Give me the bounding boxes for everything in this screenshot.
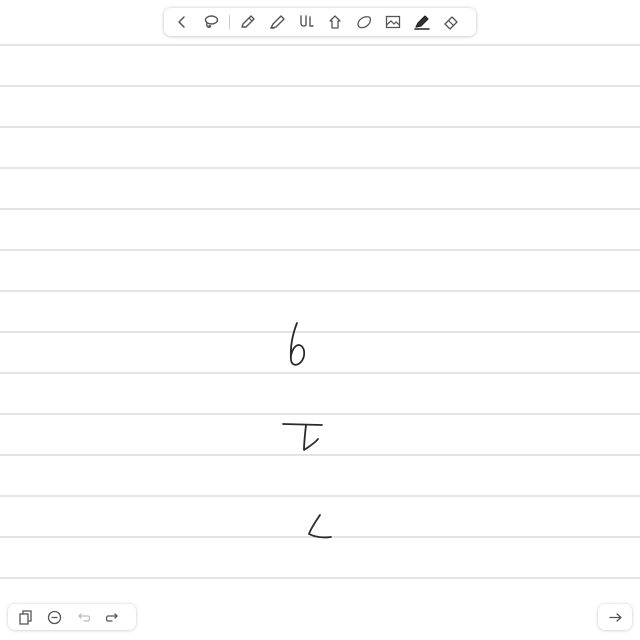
- back-button[interactable]: [170, 10, 194, 34]
- redo-button[interactable]: [101, 606, 123, 628]
- zoom-out-button[interactable]: [43, 606, 65, 628]
- bottom-left-toolbar: [8, 604, 136, 630]
- top-toolbar: [164, 8, 476, 36]
- image-icon: [385, 15, 401, 29]
- ruled-lines: [0, 44, 640, 579]
- redo-icon: [105, 612, 118, 622]
- marker-tool-button[interactable]: [410, 10, 434, 34]
- shape-eraser-tool-button[interactable]: [352, 10, 376, 34]
- lasso-icon: [204, 15, 219, 28]
- shapes-icon: [300, 15, 314, 27]
- hand-icon: [329, 15, 341, 29]
- shapes-tool-button[interactable]: [294, 10, 318, 34]
- highlighter-tool-button[interactable]: [265, 10, 289, 34]
- pen-icon: [241, 15, 255, 28]
- hand-tool-button[interactable]: [323, 10, 347, 34]
- image-tool-button[interactable]: [381, 10, 405, 34]
- lasso-button[interactable]: [199, 10, 223, 34]
- eraser-tool-button[interactable]: [439, 10, 463, 34]
- pages-icon: [18, 609, 32, 625]
- undo-icon: [77, 612, 90, 622]
- undo-button[interactable]: [72, 606, 94, 628]
- highlighter-icon: [270, 15, 285, 29]
- pages-button[interactable]: [14, 606, 36, 628]
- zoom-out-icon: [47, 610, 61, 624]
- toolbar-divider: [229, 15, 230, 29]
- next-page-arrow-icon: [608, 612, 622, 622]
- notebook-page[interactable]: [0, 0, 640, 640]
- eraser-shape-icon: [357, 16, 372, 29]
- next-page-button[interactable]: [598, 604, 632, 630]
- marker-icon: [414, 15, 430, 30]
- pen-tool-button[interactable]: [236, 10, 260, 34]
- eraser-icon: [444, 16, 458, 30]
- back-chevron-icon: [178, 16, 185, 28]
